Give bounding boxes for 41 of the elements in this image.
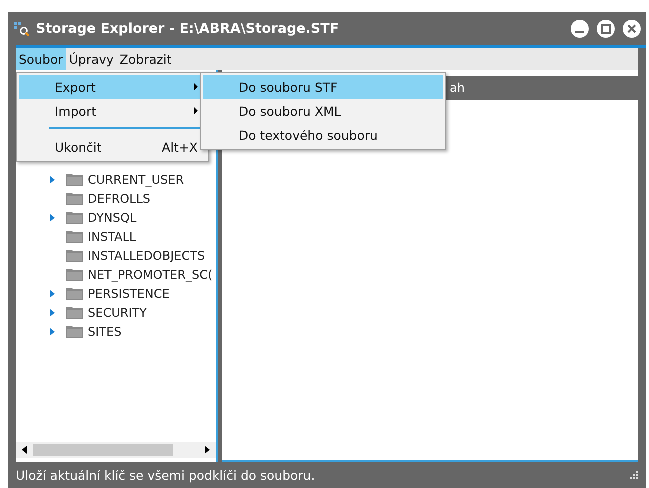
close-button[interactable] [622,18,642,38]
expand-arrow-icon[interactable] [50,328,55,336]
folder-icon [66,325,83,338]
tree-item[interactable]: PERSISTENCE [88,286,170,300]
menu-bar-item[interactable]: Úpravy [66,48,117,70]
expand-arrow-icon[interactable] [50,176,55,184]
folder-icon [66,268,83,281]
menu-bar-item[interactable]: Soubor [16,48,66,70]
tree-item[interactable]: CURRENT_USER [88,172,184,186]
folder-icon [66,287,83,300]
tree-item[interactable]: SECURITY [88,306,147,320]
tree-item[interactable]: NET_PROMOTER_SC( [88,268,213,282]
tree-item[interactable]: SITES [88,324,122,338]
resize-grip-icon[interactable] [630,471,638,479]
folder-icon [66,211,83,224]
folder-icon [66,306,83,319]
expand-arrow-icon[interactable] [50,214,55,222]
menu-item[interactable]: Do souboru STF [203,75,443,99]
window-title: Storage Explorer - E:\ABRA\Storage.STF [36,20,340,36]
tree-item[interactable]: INSTALLEDOBJECTS [88,248,206,262]
folder-icon [66,192,83,205]
expand-arrow-icon[interactable] [50,290,55,298]
app-icon [14,20,30,36]
menu-bar-item[interactable]: Zobrazit [116,48,175,70]
folder-icon [66,173,83,186]
expand-arrow-icon[interactable] [50,308,55,316]
scroll-left-icon[interactable] [22,446,27,454]
column-header-text: ah [450,81,465,95]
menu-item[interactable]: Do textového souboru [203,123,443,147]
tree-item[interactable]: DYNSQL [88,210,137,224]
status-text: Uloží aktuální klíč se všemi podklíči do souboru. [16,468,316,482]
horizontal-scrollbar[interactable] [16,442,216,458]
tree-item[interactable]: INSTALL [88,230,136,244]
folder-icon [66,230,83,243]
scrollbar-thumb[interactable] [33,444,173,456]
menu-item[interactable]: Do souboru XML [203,99,443,123]
minimize-button[interactable] [570,18,590,38]
scroll-right-icon[interactable] [205,446,210,454]
folder-icon [66,249,83,262]
tree-item[interactable]: DEFROLLS [88,192,150,206]
maximize-button[interactable] [596,18,616,38]
